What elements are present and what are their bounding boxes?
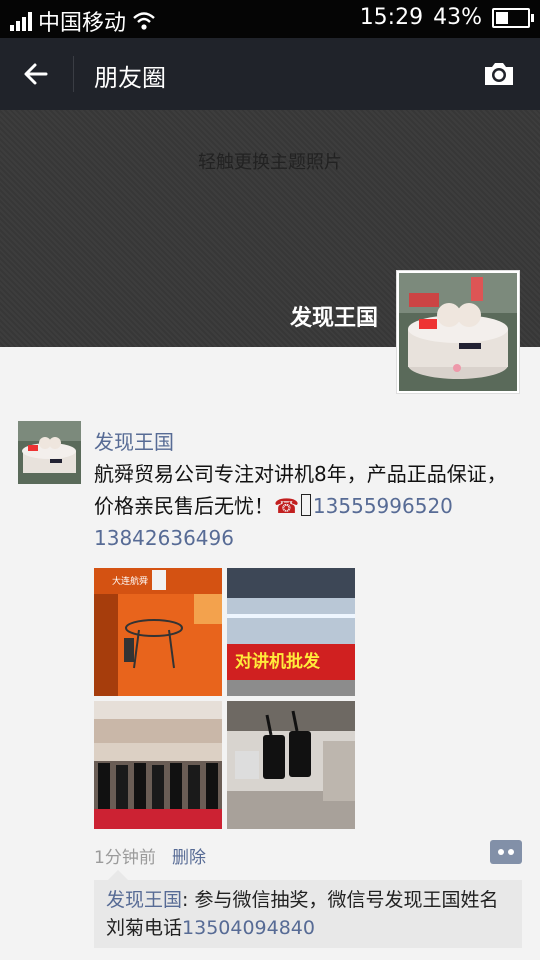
- post-author-name[interactable]: 发现王国: [94, 426, 174, 455]
- photo-1-sign: 大连航舜: [112, 575, 148, 587]
- placeholder-glyph: [300, 494, 311, 516]
- comment-menu-icon[interactable]: [490, 840, 522, 864]
- cover-hint: 轻触更换主题照片: [198, 152, 342, 173]
- battery-icon: [492, 7, 534, 28]
- cover-username: 发现王国: [289, 306, 378, 331]
- comment-author[interactable]: 发现王国: [106, 889, 182, 911]
- back-arrow-icon[interactable]: [20, 58, 52, 90]
- status-bar: 中国移动 15:29 43%: [0, 0, 540, 38]
- nav-divider: [73, 56, 74, 92]
- camera-icon[interactable]: [482, 60, 516, 88]
- photo-2[interactable]: 对讲机批发: [227, 568, 355, 696]
- photo-1[interactable]: 大连航舜: [94, 568, 222, 696]
- wifi-icon: [133, 12, 155, 30]
- photo-grid: 大连航舜 对讲机批发: [94, 568, 356, 829]
- post-text: 航舜贸易公司专注对讲机8年，产品正品保证，价格亲民售后无忧！☎ 135559965…: [94, 458, 524, 554]
- comment-phone-link[interactable]: 13504094840: [182, 917, 315, 939]
- page-title: 朋友圈: [94, 64, 166, 92]
- photo-3[interactable]: [94, 701, 222, 829]
- battery-percent: 43%: [433, 5, 482, 30]
- photo-2-banner: 对讲机批发: [235, 651, 321, 672]
- carrier-label: 中国移动: [38, 11, 127, 36]
- photo-4[interactable]: [227, 701, 355, 829]
- clock: 15:29: [359, 5, 424, 30]
- delete-post-link[interactable]: 删除: [172, 843, 206, 868]
- nav-bar: 朋友圈: [0, 38, 540, 110]
- signal-icon: [10, 11, 32, 31]
- telephone-emoji-icon: ☎: [274, 494, 299, 518]
- post-author-avatar[interactable]: [18, 421, 81, 484]
- post-timestamp: 1分钟前: [94, 848, 156, 868]
- comment-box: 发现王国: 参与微信抽奖，微信号发现王国姓名刘菊电话13504094840: [94, 870, 522, 948]
- profile-avatar[interactable]: [396, 270, 520, 394]
